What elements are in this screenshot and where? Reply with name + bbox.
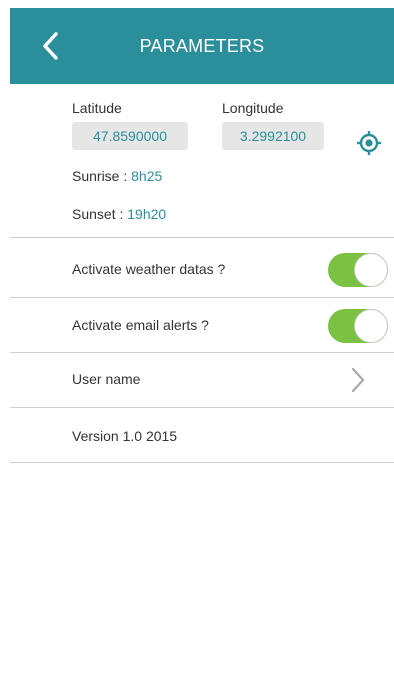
toggle-knob [354,253,388,287]
weather-label: Activate weather datas ? [72,261,226,277]
chevron-right-icon [351,367,365,393]
longitude-value[interactable]: 3.2992100 [222,122,324,150]
user-name-chevron[interactable] [350,367,366,393]
divider [10,297,394,298]
weather-toggle[interactable] [328,253,388,287]
divider [10,237,394,238]
latitude-value[interactable]: 47.8590000 [72,122,188,150]
sunset-label: Sunset : [72,206,128,222]
sunset-row: Sunset : 19h20 [72,206,166,222]
email-alerts-toggle[interactable] [328,309,388,343]
latitude-label: Latitude [72,100,122,116]
email-alerts-label: Activate email alerts ? [72,317,209,333]
app-screen: PARAMETERS Latitude 47.8590000 Longitude… [10,8,394,693]
page-title: PARAMETERS [139,36,265,56]
gps-target-icon [357,131,381,155]
user-name-label: User name [72,371,141,387]
divider [10,352,394,353]
divider [10,407,394,408]
location-section: Latitude 47.8590000 Longitude 3.2992100 … [10,84,394,237]
sunrise-row: Sunrise : 8h25 [72,168,162,184]
divider [10,462,394,463]
sunrise-value: 8h25 [131,168,163,184]
locate-button[interactable] [356,130,382,156]
version-label: Version 1.0 2015 [72,428,178,444]
sunset-value: 19h20 [127,206,167,222]
longitude-label: Longitude [222,100,284,116]
sunrise-label: Sunrise : [72,168,132,184]
toggle-knob [354,309,388,343]
header-bar: PARAMETERS [10,8,394,84]
